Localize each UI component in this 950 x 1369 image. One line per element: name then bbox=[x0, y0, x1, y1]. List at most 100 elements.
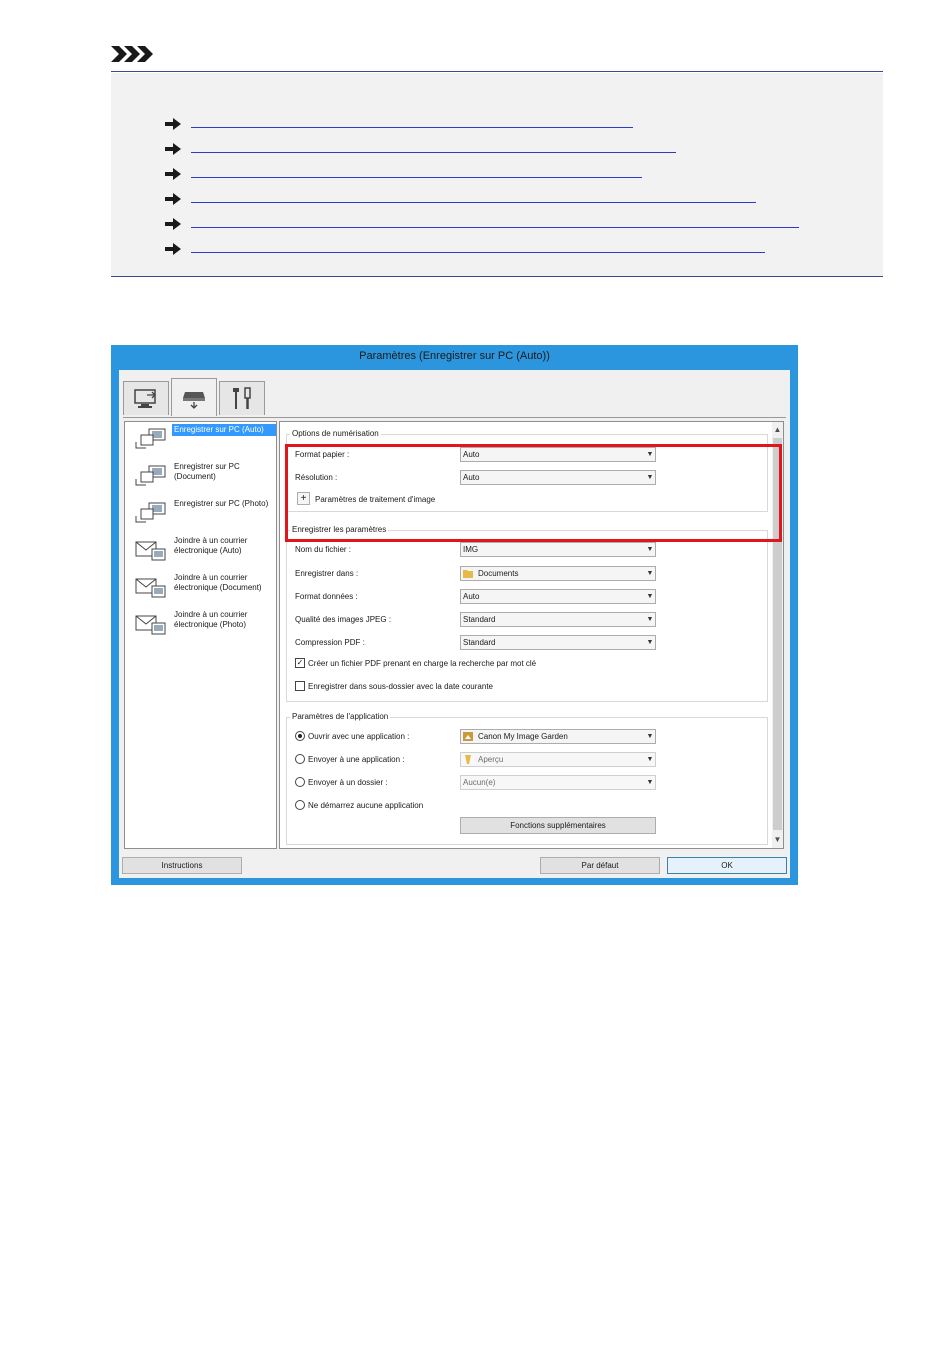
searchable-pdf-label: Créer un fichier PDF prenant en charge l… bbox=[308, 659, 537, 668]
arrow-right-icon bbox=[165, 118, 181, 130]
list-item-label: Enregistrer sur PC (Document) bbox=[174, 462, 240, 481]
jpeg-quality-label: Qualité des images JPEG : bbox=[295, 615, 392, 624]
pdf-compression-value: Standard bbox=[463, 638, 496, 647]
highlight-frame bbox=[285, 444, 782, 542]
chevron-down-icon: ▼ bbox=[646, 779, 654, 786]
open-app-value: Canon My Image Garden bbox=[478, 732, 568, 741]
searchable-pdf-checkbox[interactable]: ✓ bbox=[295, 658, 305, 668]
no-app-radio[interactable] bbox=[295, 800, 305, 810]
send-folder-select[interactable]: Aucun(e) ▼ bbox=[460, 775, 656, 790]
link-underline[interactable] bbox=[191, 251, 765, 253]
more-functions-button[interactable]: Fonctions supplémentaires bbox=[460, 817, 656, 834]
send-app-label: Envoyer à une application : bbox=[308, 755, 405, 764]
note-link[interactable] bbox=[165, 242, 765, 256]
list-item-email-document[interactable]: Joindre à un courrier électronique (Docu… bbox=[125, 570, 276, 607]
instructions-button[interactable]: Instructions bbox=[122, 857, 242, 874]
arrow-right-icon bbox=[165, 243, 181, 255]
chevron-down-icon: ▼ bbox=[646, 733, 654, 740]
chevron-down-icon: ▼ bbox=[646, 756, 654, 763]
send-app-radio[interactable] bbox=[295, 754, 305, 764]
tab-strip bbox=[123, 378, 283, 418]
filename-label: Nom du fichier : bbox=[295, 545, 352, 554]
save-to-pc-icon bbox=[135, 502, 166, 523]
folder-icon bbox=[463, 570, 473, 578]
open-app-label: Ouvrir avec une application : bbox=[308, 732, 410, 741]
subfolder-checkbox[interactable] bbox=[295, 681, 305, 691]
no-app-label: Ne démarrez aucune application bbox=[308, 801, 424, 810]
email-attach-icon bbox=[135, 578, 166, 598]
open-app-content: Canon My Image Garden bbox=[463, 732, 645, 741]
note-link[interactable] bbox=[165, 217, 799, 231]
save-in-value: Documents bbox=[478, 569, 519, 578]
dialog-title: Paramètres (Enregistrer sur PC (Auto)) bbox=[359, 350, 550, 362]
list-item-label: Joindre à un courrier électronique (Docu… bbox=[174, 573, 262, 592]
arrow-right-icon bbox=[165, 168, 181, 180]
scanner-panel-icon bbox=[183, 391, 205, 409]
list-item-email-auto[interactable]: Joindre à un courrier électronique (Auto… bbox=[125, 533, 276, 570]
tools-icon bbox=[233, 386, 251, 409]
link-underline[interactable] bbox=[191, 126, 633, 128]
data-format-label: Format données : bbox=[295, 592, 358, 601]
list-item-save-pc-auto[interactable]: Enregistrer sur PC (Auto) bbox=[125, 422, 276, 458]
save-in-content: Documents bbox=[463, 569, 645, 578]
send-app-value: Aperçu bbox=[478, 755, 504, 764]
filename-select[interactable]: IMG ▼ bbox=[460, 542, 656, 557]
filename-value: IMG bbox=[463, 545, 479, 554]
note-top-rule bbox=[111, 71, 883, 72]
tab-scan-from-computer[interactable] bbox=[123, 381, 169, 415]
save-in-label: Enregistrer dans : bbox=[295, 569, 359, 578]
jpeg-quality-select[interactable]: Standard ▼ bbox=[460, 612, 656, 627]
list-item-label: Joindre à un courrier électronique (Phot… bbox=[174, 610, 248, 629]
send-app-content: Aperçu bbox=[463, 755, 645, 764]
note-bottom-rule bbox=[111, 276, 883, 277]
dialog-client-area: Enregistrer sur PC (Auto) Enregistrer su… bbox=[119, 370, 790, 878]
send-folder-radio[interactable] bbox=[295, 777, 305, 787]
scroll-up-icon[interactable]: ▲ bbox=[772, 424, 783, 436]
jpeg-quality-value: Standard bbox=[463, 615, 496, 624]
list-item-label: Joindre à un courrier électronique (Auto… bbox=[174, 536, 248, 555]
save-to-pc-icon bbox=[135, 465, 166, 486]
list-item-email-photo[interactable]: Joindre à un courrier électronique (Phot… bbox=[125, 607, 276, 644]
link-underline[interactable] bbox=[191, 151, 676, 153]
ok-button[interactable]: OK bbox=[667, 857, 787, 874]
note-link[interactable] bbox=[165, 142, 676, 156]
scroll-down-icon[interactable]: ▼ bbox=[772, 834, 783, 846]
open-app-select[interactable]: Canon My Image Garden ▼ bbox=[460, 729, 656, 744]
list-item-save-pc-document[interactable]: Enregistrer sur PC (Document) bbox=[125, 459, 276, 495]
arrow-right-icon bbox=[165, 218, 181, 230]
tab-general-settings[interactable] bbox=[219, 381, 265, 415]
email-attach-icon bbox=[135, 541, 166, 561]
tab-scanner-panel[interactable] bbox=[171, 378, 217, 416]
list-item-label: Enregistrer sur PC (Photo) bbox=[174, 499, 269, 508]
defaults-button[interactable]: Par défaut bbox=[540, 857, 660, 874]
tab-strip-baseline bbox=[123, 417, 786, 418]
save-in-select[interactable]: Documents ▼ bbox=[460, 566, 656, 581]
send-app-select[interactable]: Aperçu ▼ bbox=[460, 752, 656, 767]
scan-from-computer-icon bbox=[134, 388, 156, 408]
chevron-down-icon: ▼ bbox=[646, 616, 654, 623]
data-format-select[interactable]: Auto ▼ bbox=[460, 589, 656, 604]
chevron-down-icon: ▼ bbox=[646, 546, 654, 553]
subfolder-label: Enregistrer dans sous-dossier avec la da… bbox=[308, 682, 493, 691]
link-underline[interactable] bbox=[191, 176, 642, 178]
arrow-right-icon bbox=[165, 193, 181, 205]
link-underline[interactable] bbox=[191, 226, 799, 228]
pdf-compression-label: Compression PDF : bbox=[295, 638, 365, 647]
note-link[interactable] bbox=[165, 117, 633, 131]
note-link[interactable] bbox=[165, 167, 642, 181]
open-app-radio[interactable] bbox=[295, 731, 305, 741]
note-link[interactable] bbox=[165, 192, 756, 206]
note-chevrons-icon bbox=[111, 46, 153, 62]
data-format-value: Auto bbox=[463, 592, 480, 601]
send-folder-value: Aucun(e) bbox=[463, 778, 496, 787]
email-attach-icon bbox=[135, 615, 166, 635]
app-icon bbox=[463, 732, 473, 741]
settings-dialog: Paramètres (Enregistrer sur PC (Auto)) E… bbox=[111, 345, 798, 885]
chevron-down-icon: ▼ bbox=[646, 593, 654, 600]
pdf-compression-select[interactable]: Standard ▼ bbox=[460, 635, 656, 650]
group-title: Options de numérisation bbox=[290, 429, 381, 438]
link-underline[interactable] bbox=[191, 201, 756, 203]
preview-app-icon bbox=[465, 755, 471, 764]
group-title: Paramètres de l'application bbox=[290, 712, 391, 721]
list-item-save-pc-photo[interactable]: Enregistrer sur PC (Photo) bbox=[125, 496, 276, 532]
